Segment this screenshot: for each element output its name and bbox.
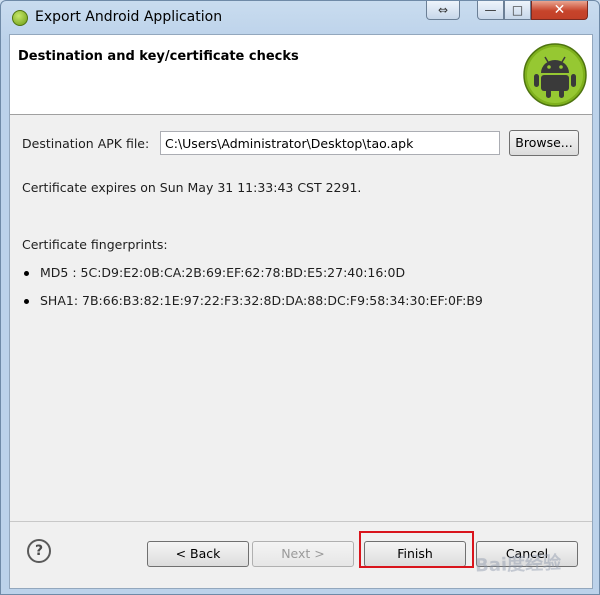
- minimize-button[interactable]: —: [477, 1, 504, 20]
- close-button[interactable]: ✕: [531, 1, 588, 20]
- help-icon[interactable]: ?: [27, 539, 51, 563]
- title-bar[interactable]: Export Android Application ⇔ — □ ✕: [1, 1, 599, 34]
- android-logo-icon: [523, 43, 587, 107]
- dialog-client-area: Destination and key/certificate checks D…: [9, 34, 593, 589]
- browse-button[interactable]: Browse...: [509, 130, 579, 156]
- bullet-icon: [24, 299, 29, 304]
- fingerprints-label: Certificate fingerprints:: [22, 237, 168, 252]
- watermark: Bai度经验: [474, 552, 562, 577]
- window-title: Export Android Application: [35, 9, 223, 25]
- next-button: Next >: [252, 541, 354, 567]
- destination-label: Destination APK file:: [22, 136, 150, 151]
- destination-apk-input[interactable]: [160, 131, 500, 155]
- swap-icon-button[interactable]: ⇔: [426, 1, 460, 20]
- page-title: Destination and key/certificate checks: [18, 49, 299, 64]
- app-icon: [12, 10, 28, 26]
- sha1-fingerprint: SHA1: 7B:66:B3:82:1E:97:22:F3:32:8D:DA:8…: [40, 293, 483, 308]
- finish-highlight-box: [359, 531, 474, 568]
- certificate-expiry-text: Certificate expires on Sun May 31 11:33:…: [22, 180, 362, 195]
- wizard-header: Destination and key/certificate checks: [10, 35, 592, 115]
- maximize-button[interactable]: □: [504, 1, 531, 20]
- md5-fingerprint: MD5 : 5C:D9:E2:0B:CA:2B:69:EF:62:78:BD:E…: [40, 265, 406, 280]
- back-button[interactable]: < Back: [147, 541, 249, 567]
- bullet-icon: [24, 271, 29, 276]
- export-dialog-window: Export Android Application ⇔ — □ ✕ Desti…: [0, 0, 600, 595]
- footer-separator: [10, 521, 592, 522]
